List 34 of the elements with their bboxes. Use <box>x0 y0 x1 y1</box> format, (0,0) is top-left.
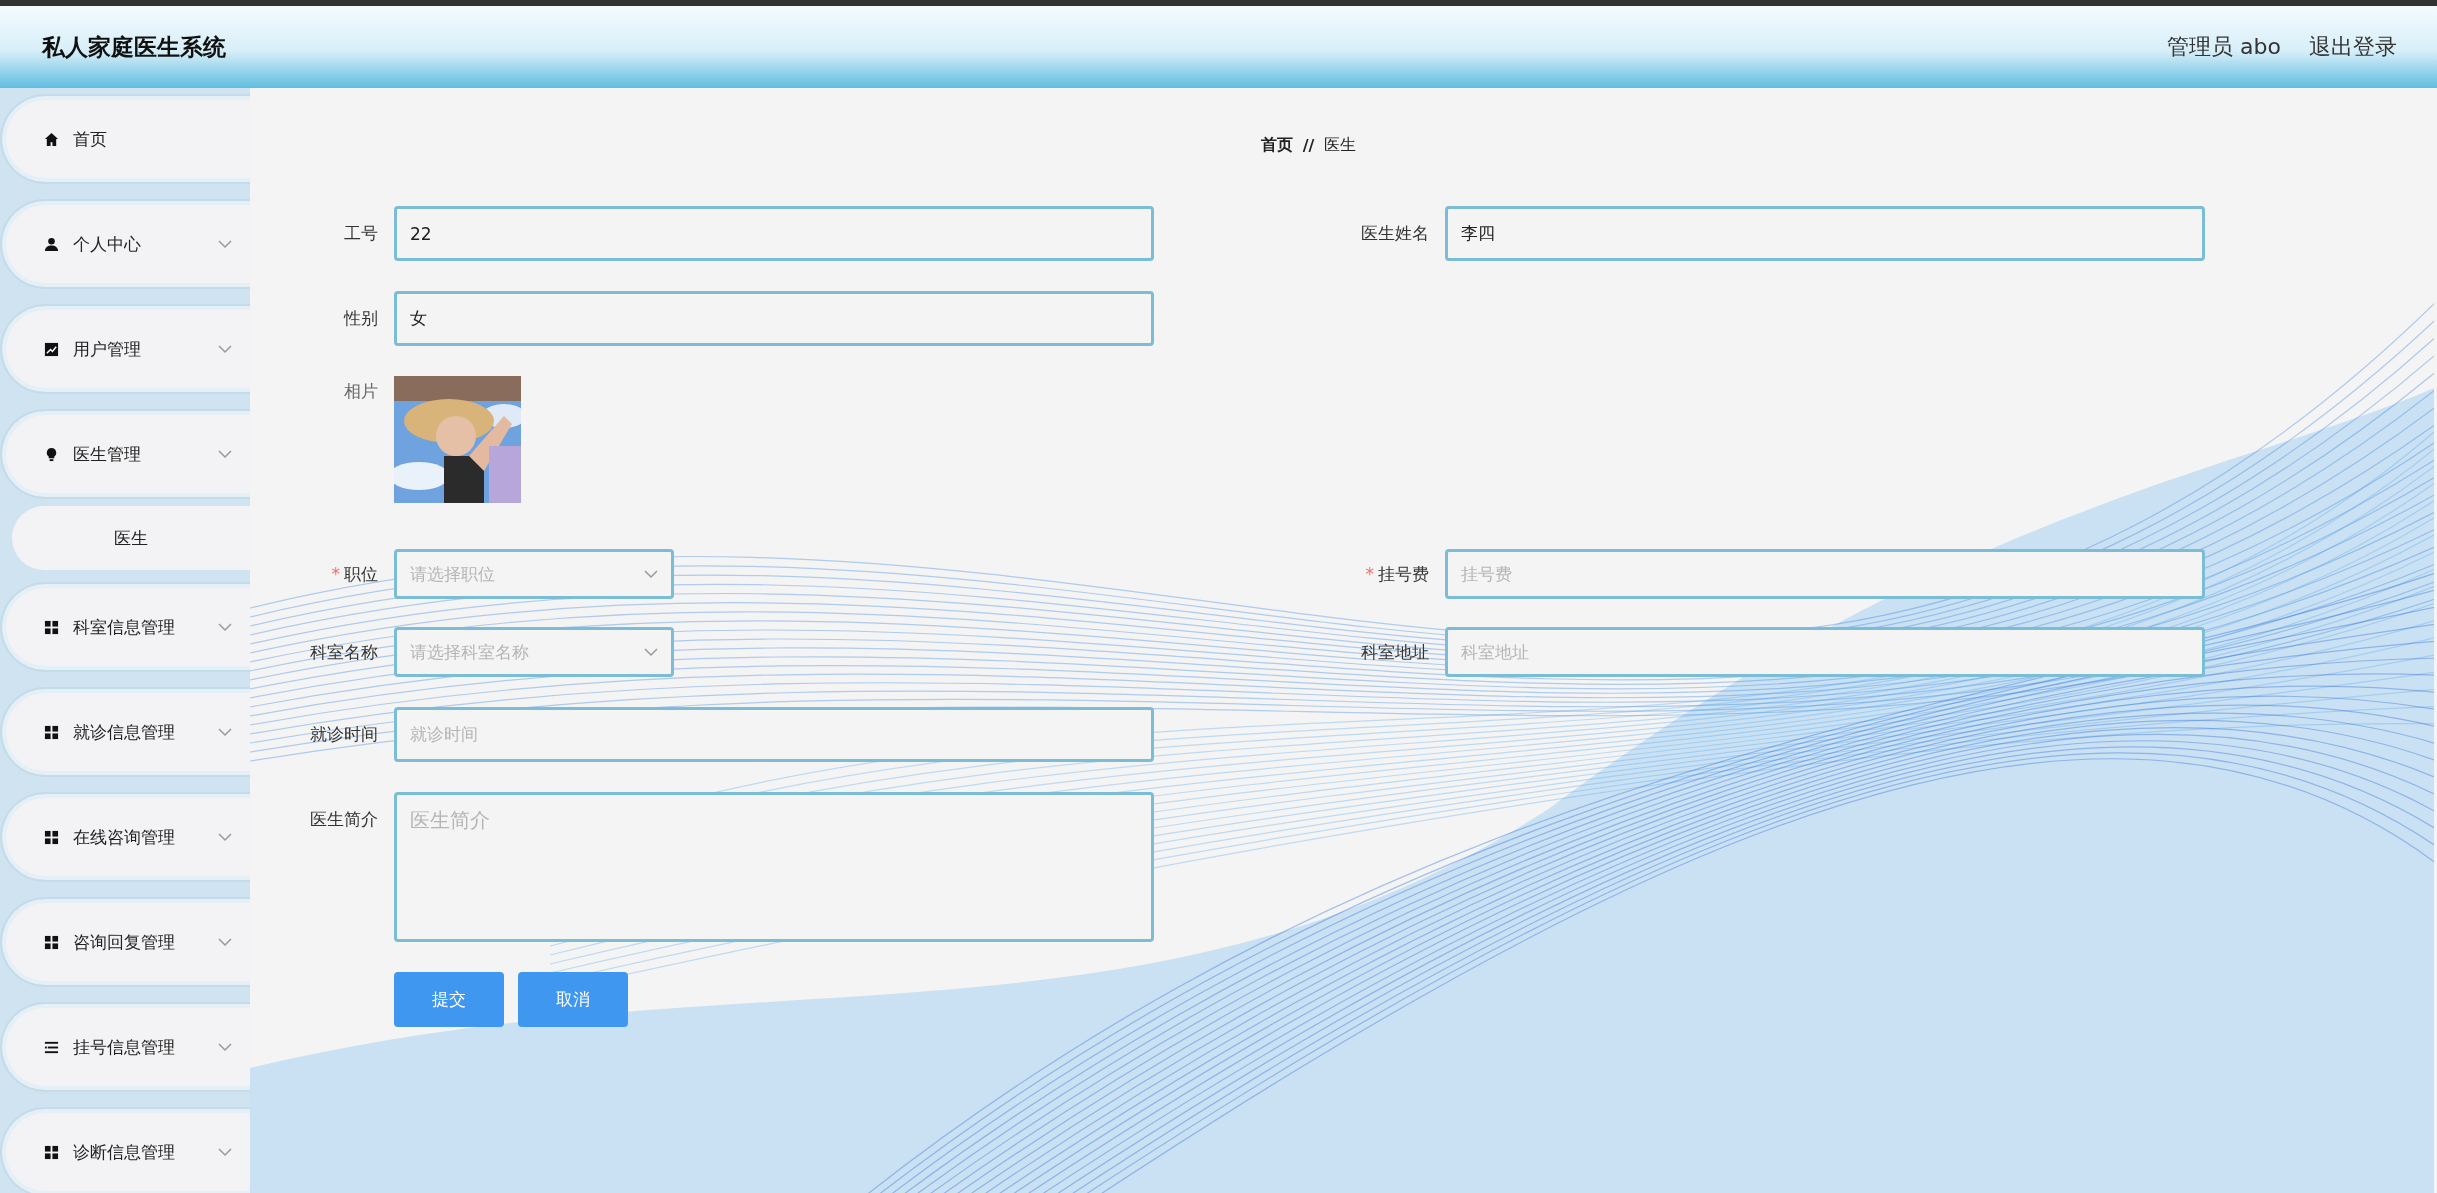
input-field[interactable]: 女 <box>394 291 1154 346</box>
list-icon <box>44 1039 59 1055</box>
chevron-down-icon <box>644 569 658 579</box>
app-title: 私人家庭医生系统 <box>42 32 227 62</box>
submenu-item[interactable]: 医生 <box>12 506 250 570</box>
field-label: 医生简介 <box>310 809 378 829</box>
chart-icon <box>44 341 59 357</box>
field-label: 性别 <box>344 308 378 328</box>
logout-link[interactable]: 退出登录 <box>2309 32 2397 62</box>
bulb-icon <box>44 446 59 462</box>
admin-name: 管理员 abo <box>2167 33 2281 61</box>
breadcrumb-current: 医生 <box>1324 134 1357 156</box>
field-label: 医生姓名 <box>1361 223 1429 243</box>
input-field[interactable]: 李四 <box>1445 206 2205 261</box>
field-label: 职位 <box>344 564 378 584</box>
field-label: 挂号费 <box>1378 564 1429 584</box>
grid-icon <box>44 619 59 635</box>
required-mark: * <box>331 564 340 584</box>
chevron-down-icon <box>644 647 658 657</box>
field-label: 就诊时间 <box>310 724 378 744</box>
breadcrumb-home[interactable]: 首页 <box>1260 134 1293 156</box>
grid-icon <box>44 829 59 845</box>
field-label: 科室名称 <box>310 642 378 662</box>
grid-icon <box>44 724 59 740</box>
input-field[interactable]: 22 <box>394 206 1154 261</box>
user-icon <box>44 236 59 252</box>
field-label: 工号 <box>344 223 378 243</box>
field-label: 相片 <box>344 381 378 401</box>
home-icon <box>44 131 59 147</box>
breadcrumb-separator: // <box>1302 135 1315 155</box>
grid-icon <box>44 1144 59 1160</box>
grid-icon <box>44 934 59 950</box>
field-label: 科室地址 <box>1361 642 1429 662</box>
required-mark: * <box>1365 564 1374 584</box>
